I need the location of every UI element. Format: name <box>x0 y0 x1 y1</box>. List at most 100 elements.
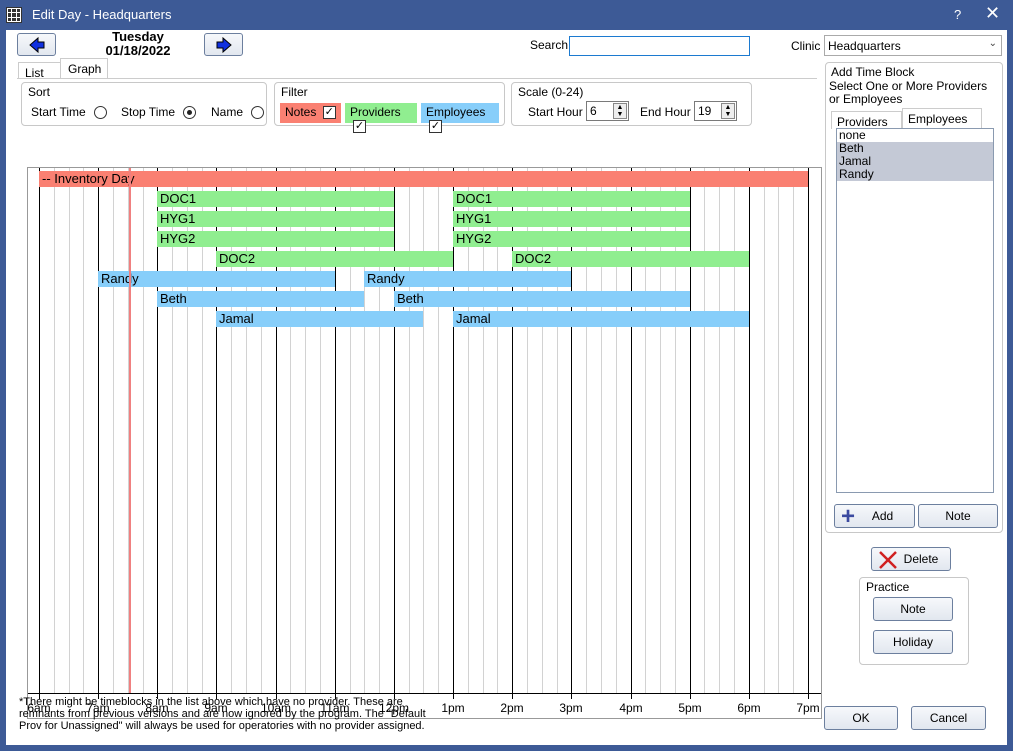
start-hour-label: Start Hour <box>528 105 583 119</box>
arrow-right-icon <box>216 36 232 53</box>
quarter-gridline <box>764 168 765 693</box>
end-hour-arrows[interactable]: ▲ ▼ <box>721 103 735 119</box>
axis-tick-label: 5pm <box>678 701 702 715</box>
axis-tick <box>808 694 809 699</box>
quarter-gridline <box>778 168 779 693</box>
axis-tick <box>631 694 632 699</box>
time-block-provider[interactable]: HYG2 <box>453 231 690 247</box>
end-hour-label: End Hour <box>640 105 691 119</box>
window-title: Edit Day - Headquarters <box>32 7 172 22</box>
filter-notes-checkbox[interactable]: ✓ <box>322 106 336 120</box>
quarter-gridline <box>54 168 55 693</box>
delete-label: Delete <box>903 552 939 566</box>
delete-button[interactable]: Delete <box>871 547 951 571</box>
list-item[interactable]: Randy <box>837 168 993 181</box>
axis-tick <box>749 694 750 699</box>
previous-day-button[interactable] <box>17 33 56 56</box>
edit-day-window: Edit Day - Headquarters ? ✕ Tuesday 01/1… <box>0 0 1013 751</box>
start-hour-arrows[interactable]: ▲ ▼ <box>613 103 627 119</box>
time-block-employee[interactable]: Randy <box>98 271 335 287</box>
search-input[interactable] <box>569 36 750 56</box>
axis-tick-label: 4pm <box>619 701 643 715</box>
tab-employees[interactable]: Employees (3) <box>902 108 982 140</box>
time-block-employee[interactable]: Jamal <box>453 311 749 327</box>
sort-name-radio[interactable] <box>251 106 265 120</box>
filter-providers-checkbox[interactable]: ✓ <box>353 120 366 134</box>
time-block-provider[interactable]: HYG1 <box>453 211 690 227</box>
axis-tick-label: 2pm <box>500 701 524 715</box>
sort-group: Sort Start Time Stop Time Name <box>21 82 267 126</box>
scale-group: Scale (0-24) Start Hour 6 ▲ ▼ End Hour 19… <box>511 82 752 126</box>
chevron-down-icon: ⌄ <box>988 38 997 49</box>
employee-listbox[interactable]: none Beth Jamal Randy <box>836 128 994 493</box>
time-block-provider[interactable]: HYG1 <box>157 211 394 227</box>
add-button[interactable]: + Add <box>834 503 915 530</box>
delete-x-icon <box>879 551 897 569</box>
tab-providers[interactable]: Providers (0) <box>831 111 902 143</box>
hour-gridline <box>39 168 40 693</box>
time-block-provider[interactable]: HYG2 <box>157 231 394 247</box>
clinic-label: Clinic <box>791 39 821 53</box>
start-hour-value: 6 <box>590 104 597 118</box>
filter-providers-label: Providers <box>350 105 401 119</box>
add-time-block-title: Add Time Block <box>831 65 915 79</box>
filter-title: Filter <box>281 85 308 99</box>
sort-name[interactable]: Name <box>211 105 265 120</box>
hour-gridline <box>749 168 750 693</box>
date-label: 01/18/2022 <box>105 43 171 58</box>
quarter-gridline <box>423 168 424 693</box>
clinic-select[interactable]: Headquarters ⌄ <box>824 35 1002 56</box>
hour-gridline <box>394 168 395 693</box>
time-block-note[interactable]: -- Inventory Day <box>39 171 808 187</box>
time-block-provider[interactable]: DOC1 <box>453 191 690 207</box>
time-block-provider[interactable]: DOC2 <box>512 251 749 267</box>
add-label: Add <box>871 509 894 523</box>
time-block-employee[interactable]: Jamal <box>216 311 423 327</box>
current-time-line <box>129 168 131 693</box>
filter-notes-label: Notes <box>285 105 317 119</box>
time-block-employee[interactable]: Randy <box>364 271 571 287</box>
time-block-provider[interactable]: DOC1 <box>157 191 394 207</box>
quarter-gridline <box>793 168 794 693</box>
tab-list[interactable]: List <box>18 62 60 80</box>
sort-start-time-radio[interactable] <box>94 106 108 120</box>
scale-title: Scale (0-24) <box>518 85 584 99</box>
cancel-button[interactable]: Cancel <box>911 706 986 730</box>
filter-employees-checkbox[interactable]: ✓ <box>429 120 442 134</box>
time-block-provider[interactable]: DOC2 <box>216 251 453 267</box>
ok-button[interactable]: OK <box>824 706 898 730</box>
footer-note: *There might be timeblocks in the list a… <box>19 696 426 732</box>
clinic-value: Headquarters <box>828 39 901 53</box>
dialog-body: Tuesday 01/18/2022 List Graph Search Cli… <box>6 30 1007 745</box>
axis-tick-label: 3pm <box>559 701 583 715</box>
sort-name-label: Name <box>211 105 244 119</box>
sort-stop-time-label: Stop Time <box>121 105 176 119</box>
sort-stop-time[interactable]: Stop Time <box>121 105 197 120</box>
schedule-graph[interactable]: -- Inventory Day DOC1 DOC1 HYG1 HYG1 HYG2 HYG2… <box>27 167 822 719</box>
next-day-button[interactable] <box>204 33 243 56</box>
sort-stop-time-radio[interactable] <box>183 106 197 120</box>
axis-tick <box>571 694 572 699</box>
date-display: Tuesday 01/18/2022 <box>88 30 188 58</box>
help-button[interactable]: ? <box>954 7 961 22</box>
filter-providers[interactable]: Providers ✓ <box>345 103 417 134</box>
tab-divider <box>17 78 817 79</box>
filter-group: Filter Notes ✓ Providers ✓ Employees ✓ <box>274 82 505 134</box>
close-icon[interactable]: ✕ <box>985 3 1000 24</box>
practice-title: Practice <box>866 580 910 594</box>
practice-note-button[interactable]: Note <box>873 597 953 621</box>
quarter-gridline <box>83 168 84 693</box>
tab-graph[interactable]: Graph <box>60 58 108 79</box>
start-hour-spinner[interactable]: 6 ▲ ▼ <box>586 101 629 121</box>
end-hour-value: 19 <box>698 104 712 118</box>
filter-notes[interactable]: Notes ✓ <box>280 103 341 123</box>
time-block-employee[interactable]: Beth <box>157 291 364 307</box>
axis-tick <box>453 694 454 699</box>
time-block-employee[interactable]: Beth <box>394 291 690 307</box>
holiday-button[interactable]: Holiday <box>873 630 953 654</box>
sort-start-time[interactable]: Start Time <box>31 105 108 120</box>
filter-employees[interactable]: Employees ✓ <box>421 103 499 134</box>
plus-icon: + <box>841 503 856 530</box>
note-button[interactable]: Note <box>918 504 998 528</box>
end-hour-spinner[interactable]: 19 ▲ ▼ <box>694 101 737 121</box>
